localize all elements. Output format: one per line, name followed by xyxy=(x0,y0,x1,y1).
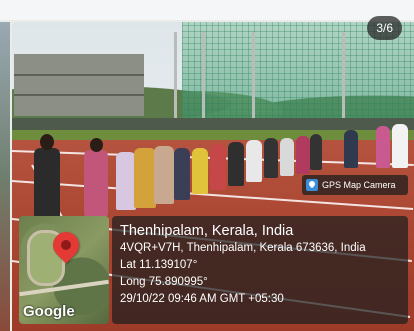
pole xyxy=(252,32,255,124)
photo-viewer: 3/6 GPS Map Camera Google Thenhipalam, K… xyxy=(0,0,414,331)
person xyxy=(246,140,262,182)
page-indicator-badge: 3/6 xyxy=(367,16,402,40)
person xyxy=(376,126,390,168)
person xyxy=(280,138,294,176)
person xyxy=(392,124,408,168)
person xyxy=(210,144,226,190)
person xyxy=(84,150,108,216)
gps-latitude: Lat 11.139107° xyxy=(120,259,198,271)
gps-longitude: Long 75.890995° xyxy=(120,276,208,288)
gps-location-title: Thenhipalam, Kerala, India xyxy=(120,223,294,239)
gps-minimap: Google xyxy=(19,216,109,324)
person xyxy=(134,148,156,208)
person-head xyxy=(90,138,103,152)
gps-address: 4VQR+V7H, Thenhipalam, Kerala 673636, In… xyxy=(120,242,366,254)
person xyxy=(264,138,278,178)
gps-brand-label: GPS Map Camera xyxy=(322,180,396,190)
building xyxy=(14,54,144,116)
map-pin-app-icon xyxy=(306,179,318,191)
person-head xyxy=(40,134,54,150)
pole xyxy=(202,32,205,124)
person xyxy=(310,134,322,170)
person xyxy=(34,148,60,218)
person xyxy=(154,146,174,204)
person xyxy=(116,152,136,210)
person xyxy=(174,148,190,200)
building-floor xyxy=(14,94,144,96)
person xyxy=(228,142,244,186)
previous-photo-edge[interactable] xyxy=(0,22,10,331)
pole xyxy=(174,32,177,124)
person xyxy=(344,130,358,168)
gps-map-camera-badge: GPS Map Camera xyxy=(302,175,408,195)
person xyxy=(296,136,310,174)
building-floor xyxy=(14,74,144,76)
gps-datetime: 29/10/22 09:46 AM GMT +05:30 xyxy=(120,293,284,305)
person xyxy=(192,148,208,194)
viewer-top-bar xyxy=(0,0,414,20)
google-logo: Google xyxy=(23,303,75,320)
gps-info-panel: Thenhipalam, Kerala, India 4VQR+V7H, The… xyxy=(112,216,408,324)
pole xyxy=(342,32,345,124)
